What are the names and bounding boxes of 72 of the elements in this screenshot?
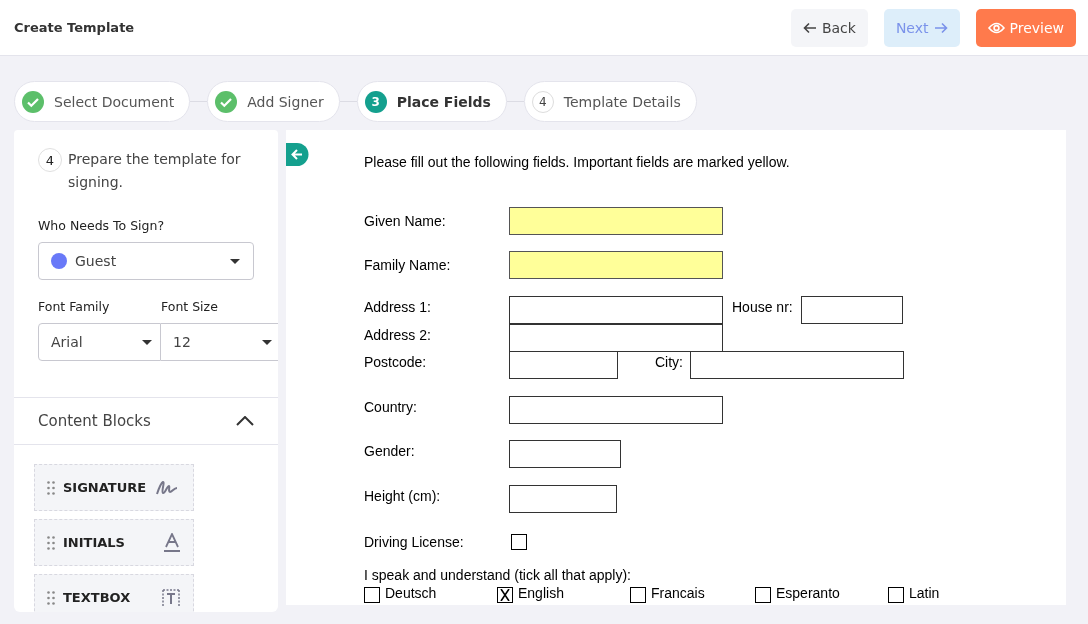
content-block[interactable]: TEXTBOX — [34, 574, 194, 612]
field-label: City: — [655, 354, 683, 370]
step-tab[interactable]: 3 Place Fields — [356, 81, 507, 122]
step-tab[interactable]: Select Document — [14, 81, 191, 122]
checkbox-label: English — [518, 585, 564, 601]
checkbox[interactable] — [630, 587, 646, 603]
checkbox-label: Esperanto — [776, 585, 840, 601]
step-badge: 4 — [38, 148, 62, 172]
caret-icon — [230, 258, 240, 264]
signer-dropdown[interactable]: Guest — [38, 242, 254, 280]
question-text: I speak and understand (tick all that apply): — [364, 567, 631, 583]
input-field[interactable] — [509, 251, 723, 279]
input-field[interactable] — [509, 440, 621, 468]
check-icon — [22, 90, 44, 113]
checkbox[interactable] — [888, 587, 904, 603]
field-label: Family Name: — [364, 257, 451, 273]
arrow-left-icon — [802, 21, 817, 34]
step-tab[interactable]: 4 Template Details — [523, 81, 697, 122]
field-label: Who Needs To Sign? — [38, 218, 166, 233]
field-label: Font Size — [161, 299, 219, 314]
letter-underline-icon — [163, 532, 181, 553]
checkbox[interactable] — [755, 587, 771, 603]
field-label: Address 1: — [364, 299, 431, 315]
field-label: Country: — [364, 399, 417, 415]
drag-handle-icon[interactable] — [47, 535, 55, 550]
checkbox[interactable] — [364, 587, 380, 603]
block-label: INITIALS — [63, 535, 126, 550]
input-field[interactable] — [509, 485, 617, 513]
font-size-dropdown[interactable]: 12 — [161, 323, 278, 361]
check-icon — [215, 90, 238, 113]
field-label: Font Family — [38, 299, 111, 314]
field-label: Address 2: — [364, 327, 431, 343]
checkbox-label: Deutsch — [385, 585, 437, 601]
cross-icon — [500, 589, 510, 601]
field-label: Given Name: — [364, 213, 446, 229]
field-label: Gender: — [364, 443, 415, 459]
checkbox-label: Francais — [651, 585, 705, 601]
arrow-right-icon — [933, 21, 948, 34]
eye-icon — [987, 21, 1005, 34]
block-label: SIGNATURE — [63, 480, 147, 495]
chevron-icon[interactable] — [236, 416, 254, 426]
content-block[interactable]: INITIALS — [34, 519, 194, 566]
checkbox-label: Latin — [909, 585, 940, 601]
step-tab[interactable]: Add Signer — [207, 81, 340, 122]
collapse-button[interactable] — [286, 143, 309, 166]
input-field[interactable] — [509, 324, 723, 352]
checkbox[interactable] — [511, 534, 527, 550]
content-block[interactable]: SIGNATURE — [34, 464, 194, 511]
input-field[interactable] — [509, 396, 723, 424]
drag-handle-icon[interactable] — [47, 480, 55, 495]
back-button[interactable]: Back — [790, 8, 868, 47]
text-box-icon — [161, 587, 181, 608]
input-field[interactable] — [509, 351, 618, 379]
input-field[interactable] — [509, 296, 723, 324]
block-label: TEXTBOX — [63, 590, 132, 605]
input-field[interactable] — [801, 296, 903, 324]
input-field[interactable] — [690, 351, 904, 379]
field-label: Postcode: — [364, 354, 427, 370]
font-family-dropdown[interactable]: Arial — [38, 323, 161, 361]
caret-icon — [262, 339, 272, 345]
field-label: Height (cm): — [364, 488, 441, 504]
caret-icon — [142, 339, 152, 345]
field-label: House nr: — [732, 299, 793, 315]
drag-handle-icon[interactable] — [47, 590, 55, 605]
input-field[interactable] — [509, 207, 723, 235]
page-title: Create Template — [14, 20, 135, 35]
field-label: Driving License: — [364, 534, 464, 550]
step-number: 3 — [364, 90, 387, 113]
document-text: Please fill out the following fields. Important fields are marked yellow. — [364, 154, 790, 170]
section-title: Content Blocks — [38, 412, 151, 430]
checkbox[interactable] — [497, 587, 513, 603]
panel-heading: Prepare the template for signing. — [68, 150, 242, 192]
